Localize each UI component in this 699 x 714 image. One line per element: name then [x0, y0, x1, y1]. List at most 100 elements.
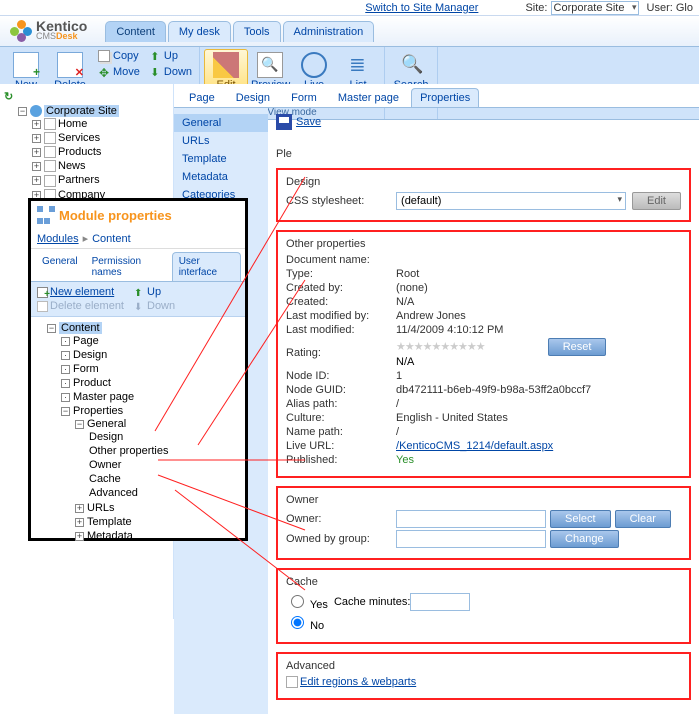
- tab-form[interactable]: Form: [282, 88, 326, 107]
- liveurl-link[interactable]: /KenticoCMS_1214/default.aspx: [396, 440, 553, 452]
- section-other: Other properties Document name:Type:Root…: [276, 230, 691, 478]
- edit-regions-link[interactable]: Edit regions & webparts: [300, 676, 416, 688]
- owner-select-button[interactable]: Select: [550, 510, 611, 528]
- tree-item[interactable]: Other properties: [89, 445, 168, 457]
- save-link[interactable]: Save: [296, 116, 321, 128]
- preview-icon: [257, 52, 283, 78]
- tree-item[interactable]: Page: [73, 335, 99, 347]
- owner-change-button[interactable]: Change: [550, 530, 619, 548]
- tree-general[interactable]: General: [87, 418, 126, 430]
- rating-reset-button[interactable]: Reset: [548, 338, 607, 356]
- subnav-template[interactable]: Template: [174, 150, 268, 168]
- tab-mydesk[interactable]: My desk: [168, 21, 231, 42]
- tree-item[interactable]: Partners: [58, 174, 100, 186]
- new-element-icon: [37, 287, 48, 298]
- tree-item[interactable]: URLs: [87, 502, 115, 514]
- tab-tools[interactable]: Tools: [233, 21, 281, 42]
- tree-expand[interactable]: +: [75, 532, 84, 541]
- tree-root[interactable]: Corporate Site: [44, 105, 119, 117]
- top-bar: Switch to Site Manager Site: Corporate S…: [0, 0, 699, 16]
- tree-item[interactable]: Advanced: [89, 487, 138, 499]
- cache-yes[interactable]: Yes: [286, 592, 328, 611]
- tree-item[interactable]: Design: [89, 431, 123, 443]
- tree-expand[interactable]: +: [75, 504, 84, 513]
- tree-collapse[interactable]: −: [18, 107, 27, 116]
- css-edit-button[interactable]: Edit: [632, 192, 681, 210]
- module-icon: [37, 206, 55, 224]
- tree-item[interactable]: Product: [73, 377, 111, 389]
- tree-toggle[interactable]: −: [47, 324, 56, 333]
- prop-value: db472111-b6eb-49f9-b98a-53ff2a0bccf7: [396, 384, 591, 396]
- tree-item[interactable]: Owner: [89, 459, 121, 471]
- module-title: Module properties: [59, 208, 172, 223]
- tab-design[interactable]: Design: [227, 88, 279, 107]
- user-label: User:: [647, 2, 673, 14]
- move-button[interactable]: Move: [95, 65, 143, 79]
- subnav-urls[interactable]: URLs: [174, 132, 268, 150]
- tree-expand[interactable]: +: [32, 134, 41, 143]
- css-select[interactable]: (default): [396, 192, 626, 210]
- refresh-icon[interactable]: [4, 90, 18, 104]
- new-element-link[interactable]: New element: [37, 286, 124, 298]
- tree-properties[interactable]: Properties: [73, 405, 123, 417]
- copy-button[interactable]: Copy: [95, 49, 143, 63]
- subnav-metadata[interactable]: Metadata: [174, 168, 268, 186]
- document-icon: [44, 160, 56, 172]
- logo-icon: [10, 20, 32, 42]
- owner-group-label: Owned by group:: [286, 533, 396, 545]
- up-button[interactable]: Up: [146, 49, 195, 63]
- tree-item[interactable]: Master page: [73, 391, 134, 403]
- owner-group-input[interactable]: [396, 530, 546, 548]
- module-properties-panel: Module properties Modules▸Content Genera…: [28, 198, 248, 541]
- site-selector[interactable]: Corporate Site: [551, 1, 640, 15]
- tree-item[interactable]: Services: [58, 132, 100, 144]
- tab-properties[interactable]: Properties: [411, 88, 479, 107]
- tab-content[interactable]: Content: [105, 21, 166, 42]
- prop-value: 1: [396, 370, 402, 382]
- cache-min-input[interactable]: [410, 593, 470, 611]
- prop-value: /: [396, 426, 399, 438]
- tree-toggle[interactable]: −: [75, 420, 84, 429]
- tree-leaf: ·: [61, 379, 70, 388]
- ovtab-general[interactable]: General: [35, 252, 85, 281]
- tree-expand[interactable]: +: [75, 518, 84, 527]
- subnav-general[interactable]: General: [174, 114, 268, 132]
- tree-item[interactable]: Home: [58, 118, 87, 130]
- delete-element-link: Delete element: [37, 300, 124, 312]
- bc-modules[interactable]: Modules: [37, 233, 79, 245]
- tree-content[interactable]: Content: [59, 322, 102, 334]
- tab-admin[interactable]: Administration: [283, 21, 375, 42]
- ovtab-ui[interactable]: User interface: [172, 252, 241, 281]
- cache-no[interactable]: No: [286, 613, 324, 632]
- tree-item[interactable]: Template: [87, 516, 132, 528]
- document-icon: [44, 146, 56, 158]
- tree-expand[interactable]: +: [32, 162, 41, 171]
- owner-input[interactable]: [396, 510, 546, 528]
- document-icon: [44, 118, 56, 130]
- tree-expand[interactable]: +: [32, 176, 41, 185]
- tree-expand[interactable]: +: [32, 120, 41, 129]
- prop-value: 11/4/2009 4:10:12 PM: [396, 324, 503, 336]
- switch-site-manager-link[interactable]: Switch to Site Manager: [365, 2, 478, 14]
- prop-label: Name path:: [286, 426, 396, 438]
- tab-masterpage[interactable]: Master page: [329, 88, 408, 107]
- tree-toggle[interactable]: −: [61, 407, 70, 416]
- ov-up-link[interactable]: Up: [134, 286, 175, 298]
- tree-item[interactable]: News: [58, 160, 86, 172]
- ovtab-permissions[interactable]: Permission names: [85, 252, 172, 281]
- tab-page[interactable]: Page: [180, 88, 224, 107]
- owner-label: Owner:: [286, 513, 396, 525]
- tree-item[interactable]: Cache: [89, 473, 121, 485]
- placeholder-text: Ple: [276, 148, 691, 160]
- tree-expand[interactable]: +: [32, 148, 41, 157]
- section-head-design: Design: [286, 176, 681, 188]
- owner-clear-button[interactable]: Clear: [615, 510, 671, 528]
- section-design: Design CSS stylesheet: (default) Edit: [276, 168, 691, 222]
- tree-item[interactable]: Form: [73, 363, 99, 375]
- tree-item[interactable]: Design: [73, 349, 107, 361]
- tree-item[interactable]: Metadata: [87, 530, 133, 542]
- document-icon: [44, 132, 56, 144]
- prop-value: /: [396, 398, 399, 410]
- down-button[interactable]: Down: [146, 65, 195, 79]
- tree-item[interactable]: Products: [58, 146, 101, 158]
